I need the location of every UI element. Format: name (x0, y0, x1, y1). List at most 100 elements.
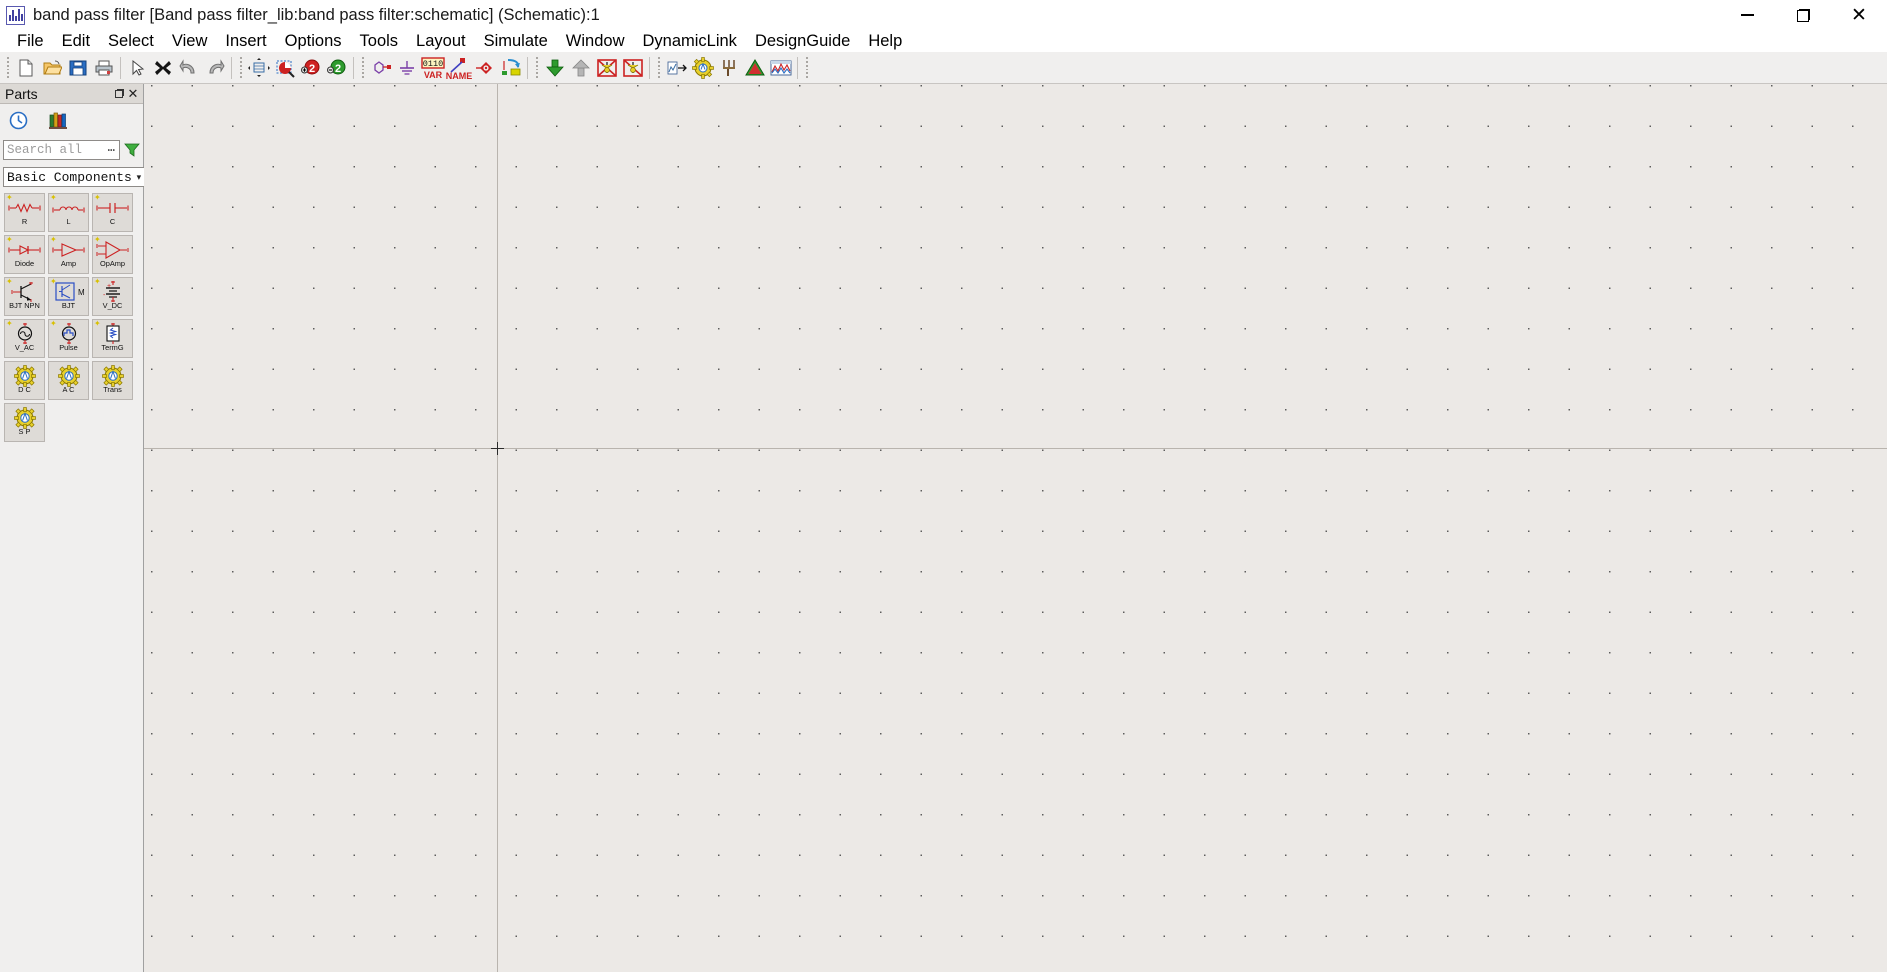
menu-dynamiclink[interactable]: DynamicLink (633, 31, 745, 52)
insert-port-icon[interactable] (472, 55, 498, 81)
select-arrow-icon[interactable] (124, 55, 150, 81)
library-books-icon[interactable] (48, 110, 68, 130)
menu-view[interactable]: View (163, 31, 216, 52)
parts-panel-title: Parts (5, 85, 38, 102)
redo-icon[interactable] (202, 55, 228, 81)
part-item-ac-sim[interactable]: A C (48, 361, 89, 400)
origin-vertical-axis (497, 84, 498, 972)
menu-designguide[interactable]: DesignGuide (746, 31, 859, 52)
toolbar-grip[interactable] (4, 57, 11, 79)
part-item-v-ac[interactable]: ✦ V_AC (4, 319, 45, 358)
category-dropdown[interactable]: Basic Components ▾ (3, 167, 147, 187)
menu-insert[interactable]: Insert (216, 31, 275, 52)
pop-out-hierarchy-icon[interactable] (568, 55, 594, 81)
new-icon[interactable] (13, 55, 39, 81)
search-more-icon[interactable]: ⋯ (107, 142, 116, 158)
parts-panel-header: Parts ✕ (0, 84, 143, 104)
toolbar-separator (353, 56, 354, 79)
favorite-star-icon: ✦ (6, 319, 13, 328)
insert-wire-icon[interactable] (368, 55, 394, 81)
category-selected-label: Basic Components (7, 169, 132, 185)
toolbar-grip[interactable] (655, 57, 662, 79)
menu-window[interactable]: Window (557, 31, 634, 52)
print-icon[interactable] (91, 55, 117, 81)
part-item-dc-sim[interactable]: D C (4, 361, 45, 400)
part-item-r[interactable]: ✦ R (4, 193, 45, 232)
tune-parameters-icon[interactable] (664, 55, 690, 81)
menu-bar: File Edit Select View Insert Options Too… (0, 30, 1887, 52)
dc-sim-gear-icon (5, 362, 44, 387)
menu-layout[interactable]: Layout (407, 31, 475, 52)
toolbar-separator (649, 56, 650, 79)
activate-component-icon[interactable] (620, 55, 646, 81)
menu-help[interactable]: Help (859, 31, 911, 52)
deactivate-component-icon[interactable] (594, 55, 620, 81)
favorite-star-icon: ✦ (50, 319, 57, 328)
parts-search-row: Search all ⋯ (0, 136, 143, 164)
part-item-trans-sim[interactable]: Trans (92, 361, 133, 400)
svg-text:0110: 0110 (423, 59, 443, 69)
menu-file[interactable]: File (8, 31, 53, 52)
part-label: BJT (61, 301, 76, 310)
part-label: L (66, 217, 71, 226)
toolbar-grip[interactable] (359, 57, 366, 79)
float-panel-icon[interactable] (112, 87, 126, 101)
simulation-settings-icon[interactable] (690, 55, 716, 81)
part-item-l[interactable]: ✦ L (48, 193, 89, 232)
part-item-c[interactable]: ✦ C (92, 193, 133, 232)
component-update-icon[interactable] (498, 55, 524, 81)
schematic-canvas[interactable] (144, 84, 1887, 972)
zoom-out-icon[interactable]: 2 (324, 55, 350, 81)
toolbar-grip[interactable] (237, 57, 244, 79)
part-item-pulse[interactable]: ✦ Pulse (48, 319, 89, 358)
part-label: D C (18, 385, 31, 394)
svg-text:M: M (78, 288, 85, 297)
favorite-star-icon: ✦ (50, 193, 57, 202)
parts-grid: ✦ R ✦ L ✦ C ✦ Diode ✦ Amp ✦ OpAmp ✦ BJT … (0, 190, 143, 442)
part-item-bjt-npn[interactable]: ✦ BJT NPN (4, 277, 45, 316)
insert-ground-icon[interactable] (394, 55, 420, 81)
part-label: Amp (60, 259, 77, 268)
menu-edit[interactable]: Edit (53, 31, 99, 52)
favorite-star-icon: ✦ (94, 277, 101, 286)
restore-icon[interactable] (1775, 0, 1831, 30)
part-item-bjt[interactable]: ✦ M BJT (48, 277, 89, 316)
parts-panel-toolbar (0, 104, 143, 136)
wire-label-icon[interactable]: NAME (446, 55, 472, 81)
funnel-filter-icon[interactable] (124, 142, 140, 158)
part-item-opamp[interactable]: ✦ OpAmp (92, 235, 133, 274)
part-item-diode[interactable]: ✦ Diode (4, 235, 45, 274)
toolbar-grip[interactable] (803, 57, 810, 79)
search-input[interactable]: Search all ⋯ (3, 140, 120, 160)
toolbar-grip[interactable] (533, 57, 540, 79)
trans-sim-gear-icon (93, 362, 132, 387)
toolbar-separator (231, 56, 232, 79)
part-item-amp[interactable]: ✦ Amp (48, 235, 89, 274)
history-clock-icon[interactable] (8, 110, 28, 130)
tuning-fork-icon[interactable] (716, 55, 742, 81)
menu-tools[interactable]: Tools (351, 31, 408, 52)
open-folder-icon[interactable] (39, 55, 65, 81)
part-item-sp-sim[interactable]: S P (4, 403, 45, 442)
undo-icon[interactable] (176, 55, 202, 81)
view-all-icon[interactable] (246, 55, 272, 81)
menu-select[interactable]: Select (99, 31, 163, 52)
close-icon[interactable]: ✕ (1831, 0, 1887, 30)
simulate-icon[interactable] (742, 55, 768, 81)
toolbar-separator (120, 56, 121, 79)
zoom-in-icon[interactable]: 2 (298, 55, 324, 81)
zoom-area-icon[interactable] (272, 55, 298, 81)
close-panel-icon[interactable]: ✕ (126, 87, 140, 101)
search-placeholder: Search all (7, 143, 83, 157)
save-icon[interactable] (65, 55, 91, 81)
insert-var-icon[interactable]: 0110 VAR (420, 55, 446, 81)
delete-x-icon[interactable] (150, 55, 176, 81)
data-display-icon[interactable] (768, 55, 794, 81)
origin-crosshair-icon (491, 442, 504, 455)
part-item-v-dc[interactable]: ✦ + - V_DC (92, 277, 133, 316)
menu-simulate[interactable]: Simulate (475, 31, 557, 52)
part-item-termg[interactable]: ✦ TermG (92, 319, 133, 358)
minimize-icon[interactable] (1719, 0, 1775, 30)
menu-options[interactable]: Options (276, 31, 351, 52)
push-into-hierarchy-icon[interactable] (542, 55, 568, 81)
